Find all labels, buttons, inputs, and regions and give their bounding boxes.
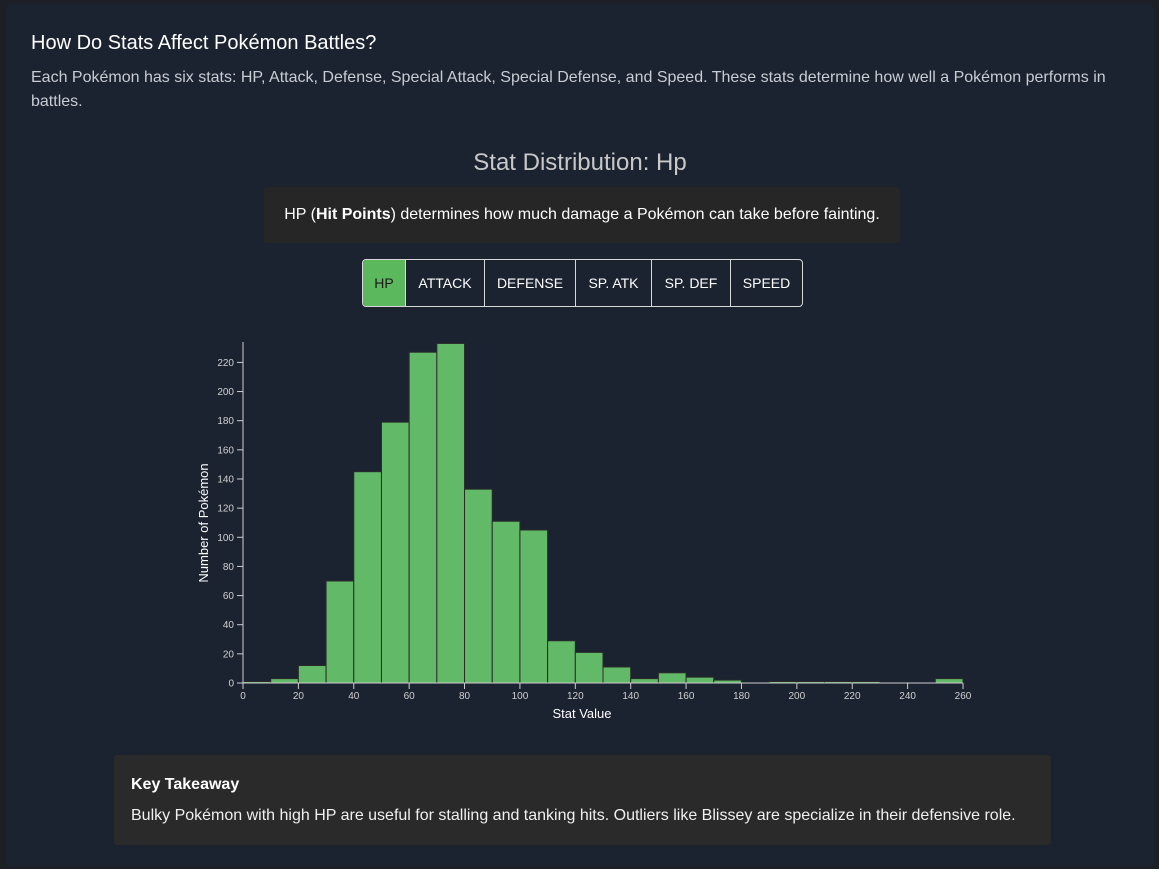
histogram-bar <box>325 580 355 684</box>
histogram-bar <box>353 471 382 684</box>
y-tick-label: 20 <box>223 649 235 660</box>
x-tick-label: 40 <box>348 691 360 702</box>
y-tick-label: 140 <box>217 474 234 485</box>
x-tick-label: 160 <box>678 691 695 702</box>
y-axis-label: Number of Pokémon <box>196 463 211 582</box>
histogram-bar <box>574 651 604 684</box>
y-tick-label: 60 <box>223 591 235 602</box>
y-tick-label: 40 <box>223 620 235 631</box>
x-tick-label: 260 <box>955 691 972 702</box>
x-tick-label: 180 <box>733 691 750 702</box>
histogram-bar <box>934 678 964 684</box>
histogram-bar <box>491 520 521 684</box>
x-tick-label: 100 <box>512 691 529 702</box>
y-tick-label: 220 <box>217 358 234 369</box>
x-tick-label: 240 <box>899 691 916 702</box>
histogram-bar <box>602 666 632 684</box>
y-tick-label: 180 <box>217 416 234 427</box>
x-tick-label: 80 <box>459 691 471 702</box>
y-tick-label: 200 <box>217 387 234 398</box>
histogram-bar <box>297 665 327 684</box>
y-tick-label: 160 <box>217 445 234 456</box>
y-tick-label: 100 <box>217 533 234 544</box>
x-tick-label: 200 <box>789 691 806 702</box>
histogram-bar <box>630 678 659 684</box>
x-tick-label: 120 <box>567 691 584 702</box>
histogram-bar <box>380 421 410 684</box>
x-tick-label: 220 <box>844 691 861 702</box>
histogram-chart: 0 20 40 60 80 100 120 140 160 180 200 220 240 260 0 20 4… <box>196 342 972 721</box>
x-tick-label: 60 <box>404 691 416 702</box>
x-tick-label: 140 <box>622 691 639 702</box>
x-axis-label: Stat Value <box>552 706 611 721</box>
y-tick-label: 0 <box>228 679 234 690</box>
histogram-bar <box>464 488 493 684</box>
x-tick-label: 20 <box>293 691 305 702</box>
y-tick-label: 80 <box>223 562 235 573</box>
histogram-bar <box>547 640 576 684</box>
x-tick-label: 0 <box>240 691 246 702</box>
histogram-bar <box>270 678 299 684</box>
histogram-bar <box>657 672 687 684</box>
y-tick-label: 120 <box>217 504 234 515</box>
histogram-bar <box>436 342 466 684</box>
histogram-bar <box>408 351 438 684</box>
histogram-bar <box>685 676 715 684</box>
histogram-bar <box>519 529 549 684</box>
